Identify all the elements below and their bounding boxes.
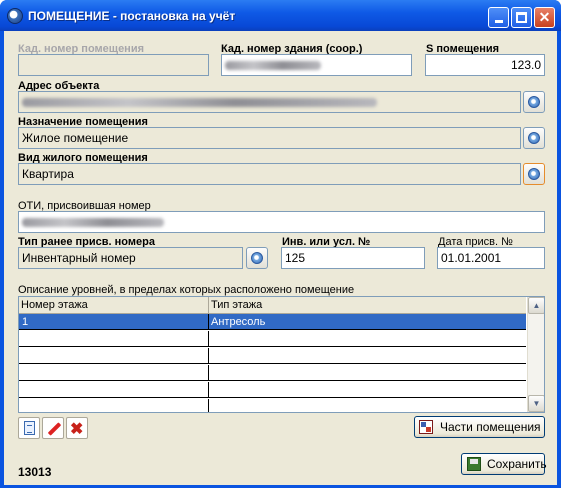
minimize-button[interactable] [488,7,509,28]
cell-divider [208,365,209,381]
levels-caption: Описание уровней, в пределах которых рас… [18,284,355,296]
scroll-down-button[interactable]: ▼ [528,395,544,412]
table-row[interactable] [19,365,526,381]
column-header-floor-type[interactable]: Тип этажа [211,299,262,311]
premises-parts-button[interactable]: Части помещения [414,416,545,438]
chevron-up-icon: ▲ [532,301,541,310]
column-header-floor[interactable]: Номер этажа [21,299,88,311]
cell-divider [208,399,209,412]
cell-divider [208,314,209,330]
dialog-window: ПОМЕЩЕНИЕ - постановка на учёт ✕ Кад. но… [0,0,561,488]
address-lookup-button[interactable] [523,91,545,113]
save-button[interactable]: Сохранить [461,453,547,475]
table-row[interactable] [19,382,526,398]
levels-grid[interactable]: Номер этажа Тип этажа 1 Антресоль ▲ ▼ [18,296,545,413]
edit-icon [47,422,62,436]
grid-header: Номер этажа Тип этажа [19,297,526,314]
inv-number-field[interactable]: 125 [281,247,425,269]
maximize-icon [516,12,527,23]
maximize-button[interactable] [511,7,532,28]
table-row[interactable] [19,399,526,412]
lookup-icon [528,132,540,144]
lookup-icon [251,252,263,264]
new-record-icon [24,421,35,435]
purpose-field[interactable]: Жилое помещение [18,127,521,149]
assign-date-field[interactable]: 01.01.2001 [437,247,545,269]
premises-parts-label: Части помещения [440,420,541,434]
parts-icon [419,420,433,434]
prev-number-type-field[interactable]: Инвентарный номер [18,247,243,269]
window-title: ПОМЕЩЕНИЕ - постановка на учёт [28,9,236,23]
redacted-value [22,218,164,227]
close-button[interactable]: ✕ [534,7,555,28]
purpose-lookup-button[interactable] [523,127,545,149]
residential-type-lookup-button[interactable] [523,163,545,185]
lookup-icon [528,168,540,180]
save-icon [467,457,481,471]
lookup-icon [528,96,540,108]
delete-icon: ✖ [70,421,84,438]
table-row[interactable] [19,348,526,364]
title-bar[interactable]: ПОМЕЩЕНИЕ - постановка на учёт ✕ [0,0,561,31]
floor-cell: 1 [22,316,29,328]
redacted-value [22,98,377,107]
edit-level-button[interactable] [42,417,64,439]
chevron-down-icon: ▼ [532,399,541,408]
cell-divider [208,348,209,364]
area-field[interactable]: 123.0 [425,54,545,76]
prev-number-type-lookup-button[interactable] [246,247,268,269]
residential-type-field[interactable]: Квартира [18,163,521,185]
redacted-value [225,61,321,70]
record-number: 13013 [18,465,52,479]
table-row[interactable]: 1 Антресоль [19,314,526,330]
minimize-icon [495,20,503,23]
cell-divider [208,382,209,398]
dialog-body: Кад. номер помещения Кад. номер здания (… [4,31,557,485]
floor-type-cell: Антресоль [211,316,266,328]
cadastral-premises-field[interactable] [18,54,209,76]
cell-divider [208,331,209,347]
save-label: Сохранить [487,457,547,471]
cadastral-building-field[interactable] [221,54,412,76]
app-icon[interactable] [7,8,23,24]
column-divider[interactable] [208,297,209,314]
address-field[interactable] [18,91,521,113]
oti-field[interactable] [18,211,545,233]
table-row[interactable] [19,331,526,347]
scroll-up-button[interactable]: ▲ [528,297,544,314]
close-icon: ✕ [538,9,551,25]
delete-level-button[interactable]: ✖ [66,417,88,439]
vertical-scrollbar[interactable]: ▲ ▼ [527,297,544,412]
add-level-button[interactable] [18,417,40,439]
